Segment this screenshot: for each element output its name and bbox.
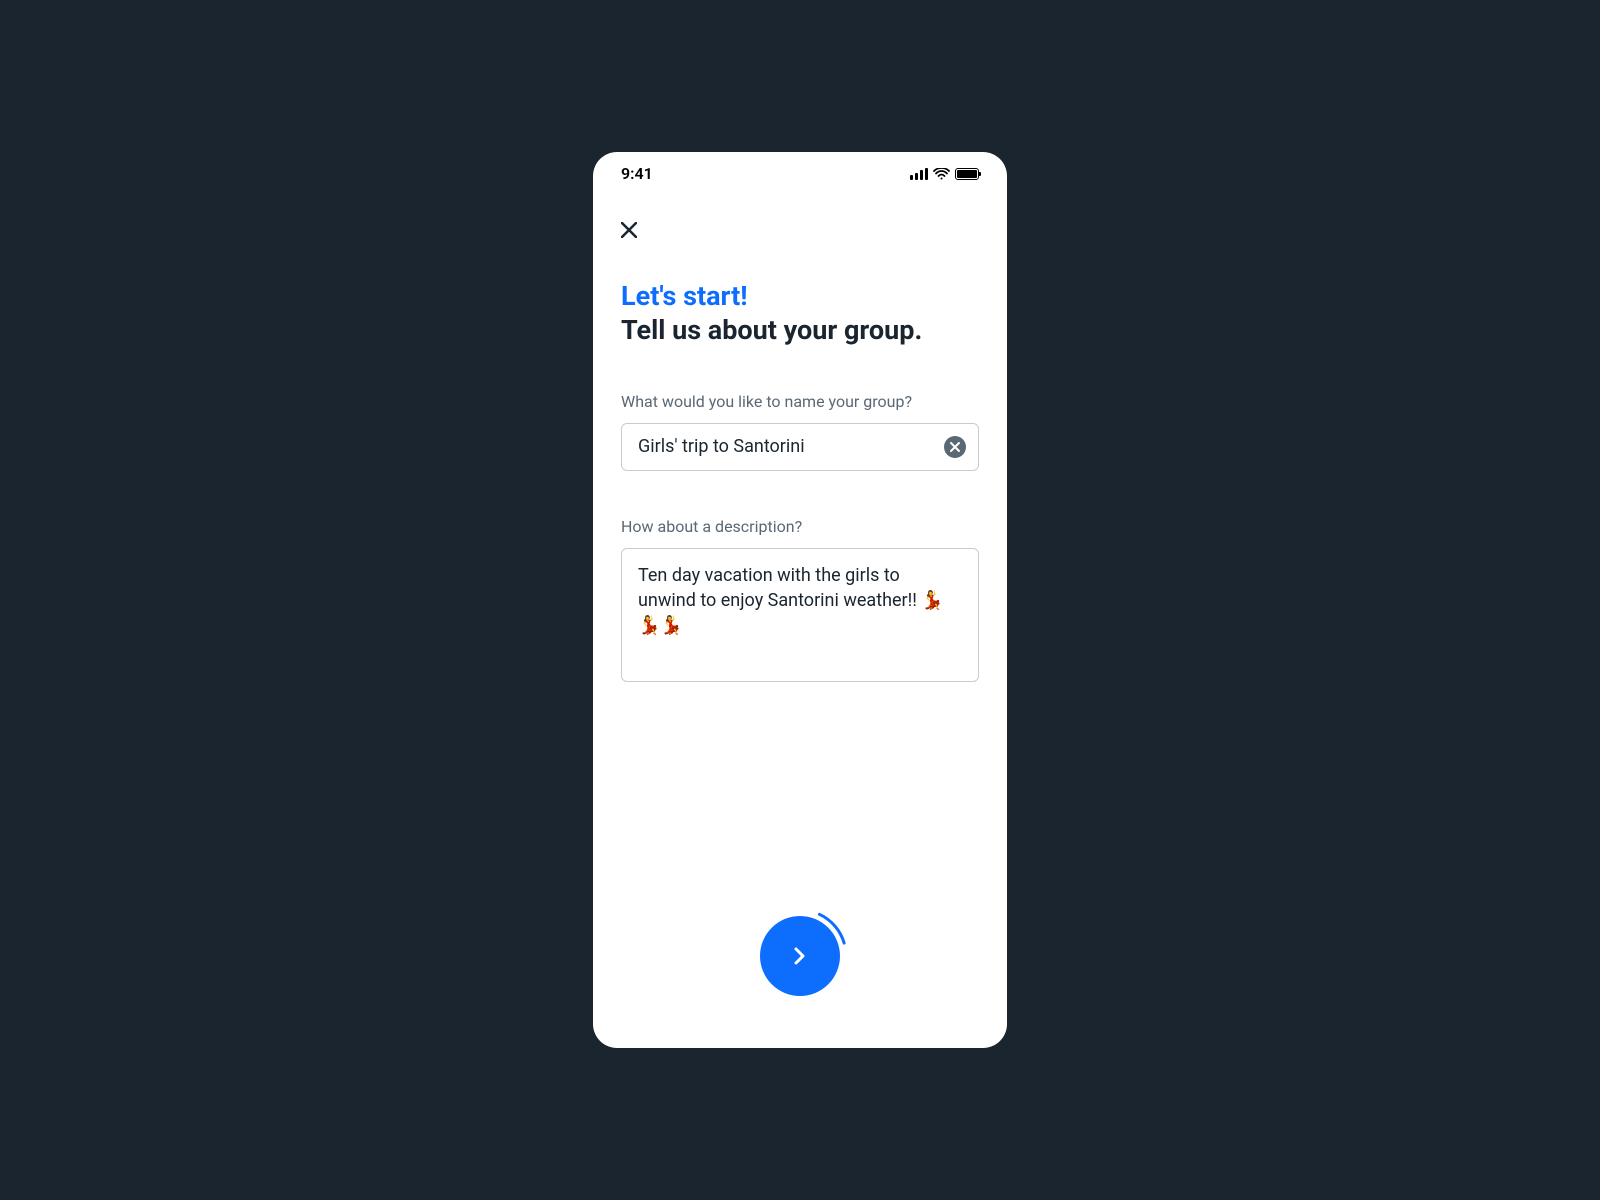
heading-accent: Let's start! [621, 280, 979, 314]
status-bar: 9:41 [593, 152, 1007, 191]
close-button[interactable] [621, 191, 637, 244]
group-name-input-wrapper[interactable] [621, 423, 979, 471]
description-label: How about a description? [621, 517, 979, 536]
heading-main: Tell us about your group. [621, 314, 979, 348]
phone-frame: 9:41 Let's start! Tell us about you [593, 152, 1007, 1048]
group-name-section: What would you like to name your group? [621, 392, 979, 471]
clear-icon [950, 442, 960, 452]
description-section: How about a description? Ten day vacatio… [621, 517, 979, 683]
wifi-icon [933, 168, 950, 180]
heading-section: Let's start! Tell us about your group. [621, 280, 979, 348]
description-input[interactable]: Ten day vacation with the girls to unwin… [638, 563, 962, 664]
battery-icon [955, 168, 979, 180]
status-time: 9:41 [621, 164, 653, 183]
progress-ring [752, 908, 848, 1004]
status-icons [910, 168, 979, 180]
group-name-label: What would you like to name your group? [621, 392, 979, 411]
content-area: Let's start! Tell us about your group. W… [593, 191, 1007, 682]
cellular-signal-icon [910, 168, 928, 180]
next-button-container [752, 908, 848, 1004]
close-icon [621, 222, 637, 238]
group-name-input[interactable] [638, 436, 944, 457]
clear-input-button[interactable] [944, 436, 966, 458]
description-input-wrapper[interactable]: Ten day vacation with the girls to unwin… [621, 548, 979, 683]
